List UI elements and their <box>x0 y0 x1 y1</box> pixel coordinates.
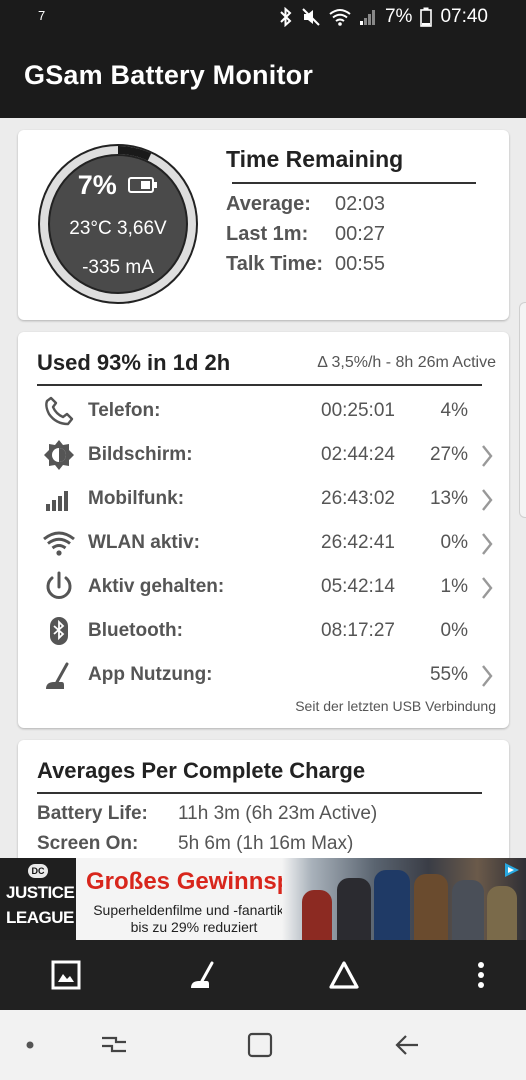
average-value: 02:03 <box>335 193 386 215</box>
usage-row-aktiv-gehalten[interactable]: Aktiv gehalten: 05:42:14 1% <box>18 566 509 610</box>
ad-hero-image <box>282 858 526 940</box>
battery-life-label: Battery Life: <box>37 803 148 824</box>
usage-percent: 55% <box>429 664 468 685</box>
ad-subline-1: Superheldenfilme und -fanartikel <box>93 902 295 918</box>
usage-time: 00:25:01 <box>321 400 395 421</box>
screen-on-value: 5h 6m (1h 16m Max) <box>178 833 354 854</box>
home-icon[interactable] <box>247 1032 273 1058</box>
divider <box>37 384 482 386</box>
usage-percent: 27% <box>429 444 468 465</box>
chevron-right-icon[interactable] <box>480 488 494 512</box>
dot-indicator-icon <box>26 1041 34 1049</box>
power-icon <box>46 571 72 599</box>
gauge-percent: 7% <box>77 170 117 200</box>
last-1m-label: Last 1m: <box>226 223 309 245</box>
scroll-indicator[interactable] <box>519 302 526 518</box>
signal-bars-icon <box>46 491 68 511</box>
usage-row-wlan[interactable]: WLAN aktiv: 26:42:41 0% <box>18 522 509 566</box>
logo-line-1: JUSTICE <box>6 883 75 902</box>
usage-percent: 0% <box>440 620 468 641</box>
signal-icon <box>359 10 375 25</box>
status-bar: 7 7% 07:40 <box>0 0 526 36</box>
back-icon[interactable] <box>394 1032 420 1058</box>
bottom-toolbar <box>0 940 526 1010</box>
ad-text-panel: Großes Gewinnspiel Superheldenfilme und … <box>76 858 318 940</box>
image-icon[interactable] <box>50 959 82 991</box>
bluetooth-icon <box>280 7 292 27</box>
usage-percent: 4% <box>440 400 468 421</box>
battery-level-icon <box>128 177 158 193</box>
average-label: Average: <box>226 193 311 215</box>
more-vert-icon[interactable] <box>465 959 497 991</box>
usage-row-app-nutzung[interactable]: App Nutzung: 55% <box>18 654 509 698</box>
used-title: Used 93% in 1d 2h <box>37 350 231 375</box>
usage-label: Bluetooth: <box>88 620 183 641</box>
system-nav-bar <box>0 1010 526 1080</box>
battery-percent: 7% <box>384 6 413 27</box>
logo-line-2: LEAGUE <box>6 908 74 927</box>
dc-badge: DC <box>28 864 48 878</box>
chevron-right-icon[interactable] <box>480 664 494 688</box>
usage-label: Aktiv gehalten: <box>88 576 225 597</box>
talk-time-label: Talk Time: <box>226 253 324 275</box>
usage-row-mobilfunk[interactable]: Mobilfunk: 26:43:02 13% <box>18 478 509 522</box>
app-bar: GSam Battery Monitor <box>0 36 526 118</box>
bluetooth-icon <box>50 617 68 645</box>
adchoices-icon[interactable] <box>502 861 522 879</box>
usage-label: App Nutzung: <box>88 664 213 685</box>
mute-icon <box>302 8 320 26</box>
usage-percent: 0% <box>440 532 468 553</box>
wifi-icon <box>43 531 75 556</box>
averages-title: Averages Per Complete Charge <box>37 758 366 783</box>
usage-label: Bildschirm: <box>88 444 193 465</box>
brightness-icon <box>44 440 74 470</box>
screen-on-label: Screen On: <box>37 833 139 854</box>
ad-banner[interactable]: DC JUSTICE LEAGUE Großes Gewinnspiel Sup… <box>0 858 526 940</box>
battery-life-value: 11h 3m (6h 23m Active) <box>178 803 378 824</box>
used-rate: Δ 3,5%/h - 8h 26m Active <box>317 354 496 371</box>
usage-time: 26:42:41 <box>321 532 395 553</box>
chevron-right-icon[interactable] <box>480 444 494 468</box>
time-remaining-title: Time Remaining <box>226 146 404 172</box>
gauge-current: -335 mA <box>82 257 154 278</box>
divider <box>37 792 482 794</box>
usage-row-telefon[interactable]: Telefon: 00:25:01 4% <box>18 390 509 434</box>
usage-card: Used 93% in 1d 2h Δ 3,5%/h - 8h 26m Acti… <box>18 332 509 728</box>
notification-indicator: 7 <box>38 8 46 23</box>
triangle-icon[interactable] <box>328 959 360 991</box>
wifi-status-icon <box>329 9 351 26</box>
phone-icon <box>45 396 74 426</box>
usage-footnote: Seit der letzten USB Verbindung <box>295 698 496 714</box>
usage-row-bluetooth[interactable]: Bluetooth: 08:17:27 0% <box>18 610 509 654</box>
usage-percent: 13% <box>429 488 468 509</box>
battery-icon <box>420 7 433 27</box>
gauge-percent-row: 7% <box>36 170 200 201</box>
divider <box>232 182 476 184</box>
recent-apps-icon[interactable] <box>100 1032 128 1058</box>
app-usage-icon[interactable] <box>188 959 220 991</box>
usage-label: Mobilfunk: <box>88 488 185 509</box>
usage-time: 26:43:02 <box>321 488 395 509</box>
ad-subline-2: bis zu 29% reduziert <box>130 919 258 935</box>
chevron-right-icon[interactable] <box>480 532 494 556</box>
justice-league-logo: DC JUSTICE LEAGUE <box>0 858 76 940</box>
chevron-right-icon[interactable] <box>480 576 494 600</box>
last-1m-value: 00:27 <box>335 223 386 245</box>
battery-summary-card[interactable]: 7% 23°C 3,66V -335 mA Time Remaining Ave… <box>18 130 509 320</box>
gauge-temp-voltage: 23°C 3,66V <box>69 218 167 239</box>
usage-label: Telefon: <box>88 400 161 421</box>
usage-row-bildschirm[interactable]: Bildschirm: 02:44:24 27% <box>18 434 509 478</box>
usage-percent: 1% <box>440 576 468 597</box>
usage-label: WLAN aktiv: <box>88 532 200 553</box>
app-title: GSam Battery Monitor <box>24 60 314 90</box>
clock: 07:40 <box>440 6 488 27</box>
usage-time: 02:44:24 <box>321 444 395 465</box>
app-usage-icon <box>46 662 69 689</box>
talk-time-value: 00:55 <box>335 253 386 275</box>
usage-time: 05:42:14 <box>321 576 395 597</box>
usage-time: 08:17:27 <box>321 620 395 641</box>
